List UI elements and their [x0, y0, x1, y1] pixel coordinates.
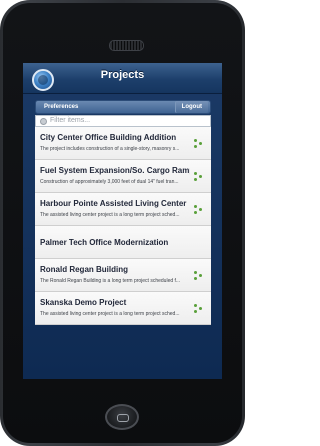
project-list: City Center Office Building Addition The…: [35, 127, 211, 325]
list-item[interactable]: City Center Office Building Addition The…: [35, 127, 211, 160]
disclosure-icon[interactable]: [194, 271, 203, 280]
list-item[interactable]: Ronald Regan Building The Ronald Regan B…: [35, 259, 211, 292]
disclosure-icon[interactable]: [194, 139, 203, 148]
project-title: Skanska Demo Project: [40, 298, 127, 307]
navigation-bar: Projects: [23, 63, 222, 94]
project-title: Ronald Regan Building: [40, 265, 128, 274]
list-item[interactable]: Harbour Pointe Assisted Living Center Th…: [35, 193, 211, 226]
list-item[interactable]: Fuel System Expansion/So. Cargo Ramp Con…: [35, 160, 211, 193]
disclosure-icon[interactable]: [194, 172, 203, 181]
list-item[interactable]: Skanska Demo Project The assisted living…: [35, 292, 211, 325]
earpiece-speaker: [109, 40, 144, 51]
project-description: The Ronald Regan Building is a long term…: [40, 278, 181, 284]
filter-placeholder: Filter items...: [50, 117, 91, 124]
list-item[interactable]: Palmer Tech Office Modernization: [35, 226, 211, 259]
disclosure-icon[interactable]: [194, 205, 203, 214]
project-description: The assisted living center project is a …: [40, 212, 180, 218]
app-screen: Projects Preferences Logout Filter items…: [23, 63, 222, 379]
preferences-button[interactable]: Preferences: [38, 101, 84, 113]
project-title: City Center Office Building Addition: [40, 133, 177, 142]
project-description: Construction of approximately 3,000 feet…: [40, 179, 179, 185]
project-title: Palmer Tech Office Modernization: [40, 238, 169, 247]
page-title: Projects: [100, 69, 145, 81]
home-button[interactable]: [105, 404, 139, 430]
search-icon: [40, 118, 47, 125]
disclosure-icon[interactable]: [194, 304, 203, 313]
project-title: Fuel System Expansion/So. Cargo Ramp: [40, 166, 190, 175]
toolbar: Preferences Logout: [35, 100, 211, 114]
phone-frame: Projects Preferences Logout Filter items…: [0, 0, 245, 446]
project-title: Harbour Pointe Assisted Living Center: [40, 199, 187, 208]
home-icon: [117, 414, 129, 422]
logout-button[interactable]: Logout: [174, 101, 208, 113]
project-description: The assisted living center project is a …: [40, 311, 180, 317]
filter-input[interactable]: Filter items...: [35, 115, 211, 127]
project-description: The project includes construction of a s…: [40, 146, 180, 152]
